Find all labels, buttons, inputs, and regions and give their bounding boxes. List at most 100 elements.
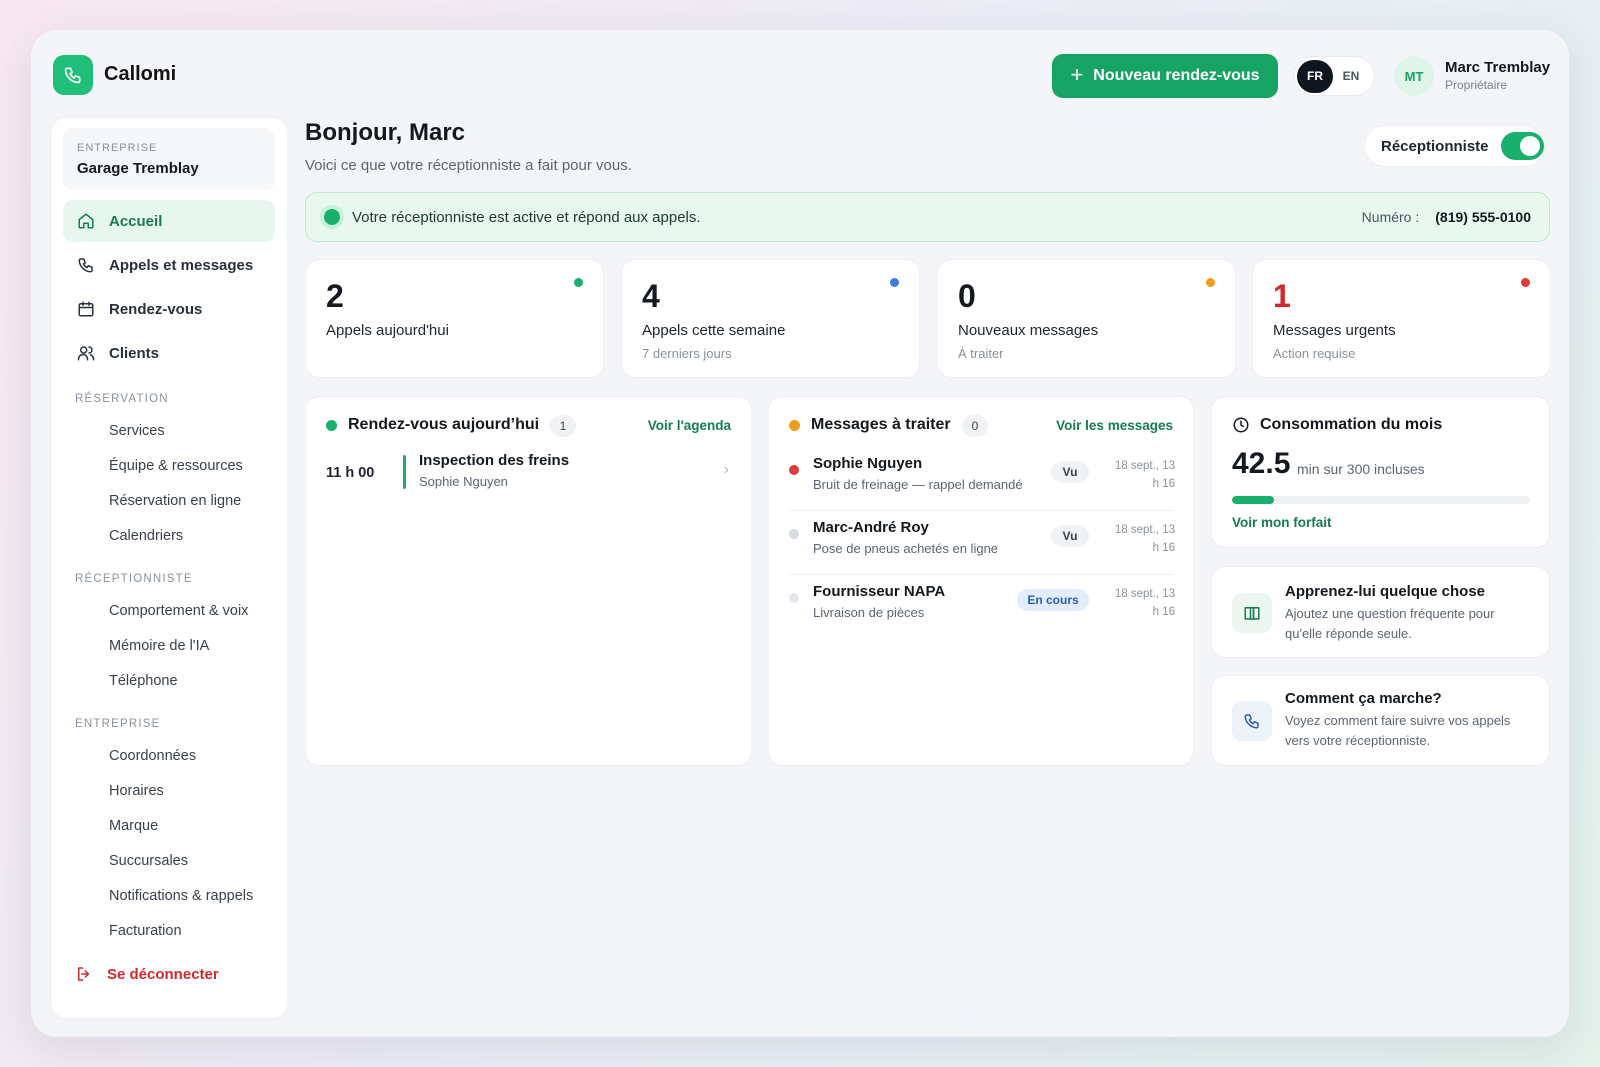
sidebar-item-notifications[interactable]: Notifications & rappels (109, 888, 253, 904)
message-time: 18 sept., 13 h 16 (1114, 460, 1175, 490)
sidebar-item-services[interactable]: Services (109, 423, 165, 439)
sidebar-item-brand[interactable]: Marque (109, 818, 158, 834)
sidebar-item-calendars[interactable]: Calendriers (109, 528, 183, 544)
sidebar-item-billing[interactable]: Facturation (109, 923, 182, 939)
status-text: Votre réceptionniste est active et répon… (352, 208, 701, 226)
logout-button[interactable]: Se déconnecter (75, 965, 219, 983)
sidebar-item-phone[interactable]: Téléphone (109, 673, 178, 689)
view-plan-link[interactable]: Voir mon forfait (1232, 515, 1332, 530)
sidebar-item-label: Clients (109, 344, 160, 362)
message-row[interactable]: Sophie Nguyen Bruit de freinage — rappel… (769, 447, 1195, 511)
message-preview: Livraison de pièces (813, 605, 925, 620)
lang-en[interactable]: EN (1333, 60, 1369, 93)
sidebar-item-ai-memory[interactable]: Mémoire de l'IA (109, 638, 209, 654)
message-preview: Bruit de freinage — rappel demandé (813, 477, 1023, 492)
user-role: Propriétaire (1445, 78, 1508, 92)
sidebar-item-online-booking[interactable]: Réservation en ligne (109, 493, 241, 509)
tip-icon-box (1232, 701, 1272, 741)
sidebar-item-contact-info[interactable]: Coordonnées (109, 748, 196, 764)
stat-label: Messages urgents (1273, 322, 1396, 339)
status-badge: En cours (1017, 589, 1089, 611)
sidebar-item-team[interactable]: Équipe & ressources (109, 458, 243, 474)
stat-sublabel: À traiter (958, 346, 1004, 361)
user-name: Marc Tremblay (1445, 59, 1551, 76)
message-sender: Sophie Nguyen (813, 455, 923, 472)
message-row[interactable]: Fournisseur NAPA Livraison de pièces En … (769, 575, 1195, 639)
stat-card-calls-today[interactable]: 2 Appels aujourd'hui (305, 259, 604, 378)
usage-minutes: 42.5 (1232, 447, 1291, 480)
stat-indicator-dot (574, 278, 583, 287)
view-agenda-link[interactable]: Voir l'agenda (648, 418, 731, 433)
sidebar-item-label: Rendez-vous (109, 300, 203, 318)
sidebar: ENTREPRISE Garage Tremblay Accueil Appel… (50, 117, 288, 1019)
sidebar-item-branches[interactable]: Succursales (109, 853, 188, 869)
read-dot (789, 529, 799, 539)
receptionist-toggle-label: Réceptionniste (1381, 137, 1489, 155)
app-name: Callomi (104, 63, 177, 85)
sidebar-item-appointments[interactable]: Rendez-vous (63, 288, 275, 330)
stat-label: Nouveaux messages (958, 322, 1099, 339)
logout-label: Se déconnecter (107, 965, 219, 983)
stat-value: 4 (642, 278, 660, 314)
status-dot (324, 209, 340, 225)
calendar-icon (78, 301, 94, 317)
stat-card-urgent-messages[interactable]: 1 Messages urgents Action requise (1252, 259, 1551, 378)
sidebar-item-label: Accueil (109, 212, 163, 230)
tip-card-how-it-works[interactable]: Comment ça marche? Voyez comment faire s… (1211, 675, 1550, 766)
home-icon (78, 213, 94, 229)
message-sender: Fournisseur NAPA (813, 583, 946, 600)
message-sender: Marc-André Roy (813, 519, 929, 536)
sidebar-item-calls[interactable]: Appels et messages (63, 244, 275, 286)
appointment-title: Inspection des freins (419, 452, 570, 469)
avatar[interactable]: MT (1394, 56, 1434, 96)
status-badge: Vu (1051, 525, 1089, 547)
appointment-client: Sophie Nguyen (419, 474, 508, 489)
stat-label: Appels cette semaine (642, 322, 786, 339)
message-time: 18 sept., 13 h 16 (1114, 524, 1175, 554)
sidebar-item-clients[interactable]: Clients (63, 332, 275, 374)
book-icon (1244, 607, 1260, 620)
stat-card-new-messages[interactable]: 0 Nouveaux messages À traiter (937, 259, 1236, 378)
tip-title: Apprenez-lui quelque chose (1285, 583, 1486, 600)
language-switch: FR EN (1293, 56, 1375, 96)
company-label: ENTREPRISE (77, 142, 158, 154)
sidebar-item-label: Appels et messages (109, 256, 254, 274)
logout-icon (78, 967, 90, 981)
message-time: 18 sept., 13 h 16 (1114, 588, 1175, 618)
stat-sublabel: 7 derniers jours (642, 346, 732, 361)
company-name: Garage Tremblay (77, 160, 199, 177)
sidebar-item-behavior[interactable]: Comportement & voix (109, 603, 248, 619)
receptionist-toggle[interactable] (1500, 132, 1544, 160)
sidebar-item-hours[interactable]: Horaires (109, 783, 164, 799)
messages-card: Messages à traiter 0 Voir les messages S… (768, 396, 1194, 766)
stat-indicator-dot (1206, 278, 1215, 287)
tip-card-teach[interactable]: Apprenez-lui quelque chose Ajoutez une q… (1211, 566, 1550, 658)
stat-value: 1 (1273, 278, 1291, 314)
phone-icon (78, 258, 93, 273)
read-dot (789, 593, 799, 603)
tip-icon-box (1232, 593, 1272, 633)
app-logo[interactable] (53, 55, 93, 95)
appointment-row[interactable]: 11 h 00 Inspection des freins Sophie Ngu… (306, 449, 753, 499)
lang-fr[interactable]: FR (1297, 59, 1333, 93)
message-row[interactable]: Marc-André Roy Pose de pneus achetés en … (769, 511, 1195, 575)
status-badge: Vu (1051, 461, 1089, 483)
stat-card-calls-week[interactable]: 4 Appels cette semaine 7 derniers jours (621, 259, 920, 378)
number-label: Numéro : (1361, 209, 1420, 225)
plus-icon: + (1070, 62, 1084, 87)
number-value: (819) 555-0100 (1435, 209, 1531, 225)
view-messages-link[interactable]: Voir les messages (1056, 418, 1173, 433)
stat-indicator-dot (1521, 278, 1530, 287)
usage-progress-bar (1232, 496, 1530, 504)
appointment-accent-bar (403, 455, 406, 489)
stat-label: Appels aujourd'hui (326, 322, 449, 339)
new-appointment-button[interactable]: + Nouveau rendez-vous (1052, 54, 1278, 98)
company-selector[interactable]: ENTREPRISE Garage Tremblay (63, 128, 275, 190)
phone-icon (64, 67, 81, 84)
messages-count: 0 (962, 415, 988, 437)
stat-value: 2 (326, 278, 344, 314)
sidebar-item-accueil[interactable]: Accueil (63, 200, 275, 242)
section-title-receptionist: RÉCEPTIONNISTE (75, 573, 193, 585)
receptionist-toggle-card: Réceptionniste (1364, 125, 1545, 167)
tip-title: Comment ça marche? (1285, 690, 1442, 707)
